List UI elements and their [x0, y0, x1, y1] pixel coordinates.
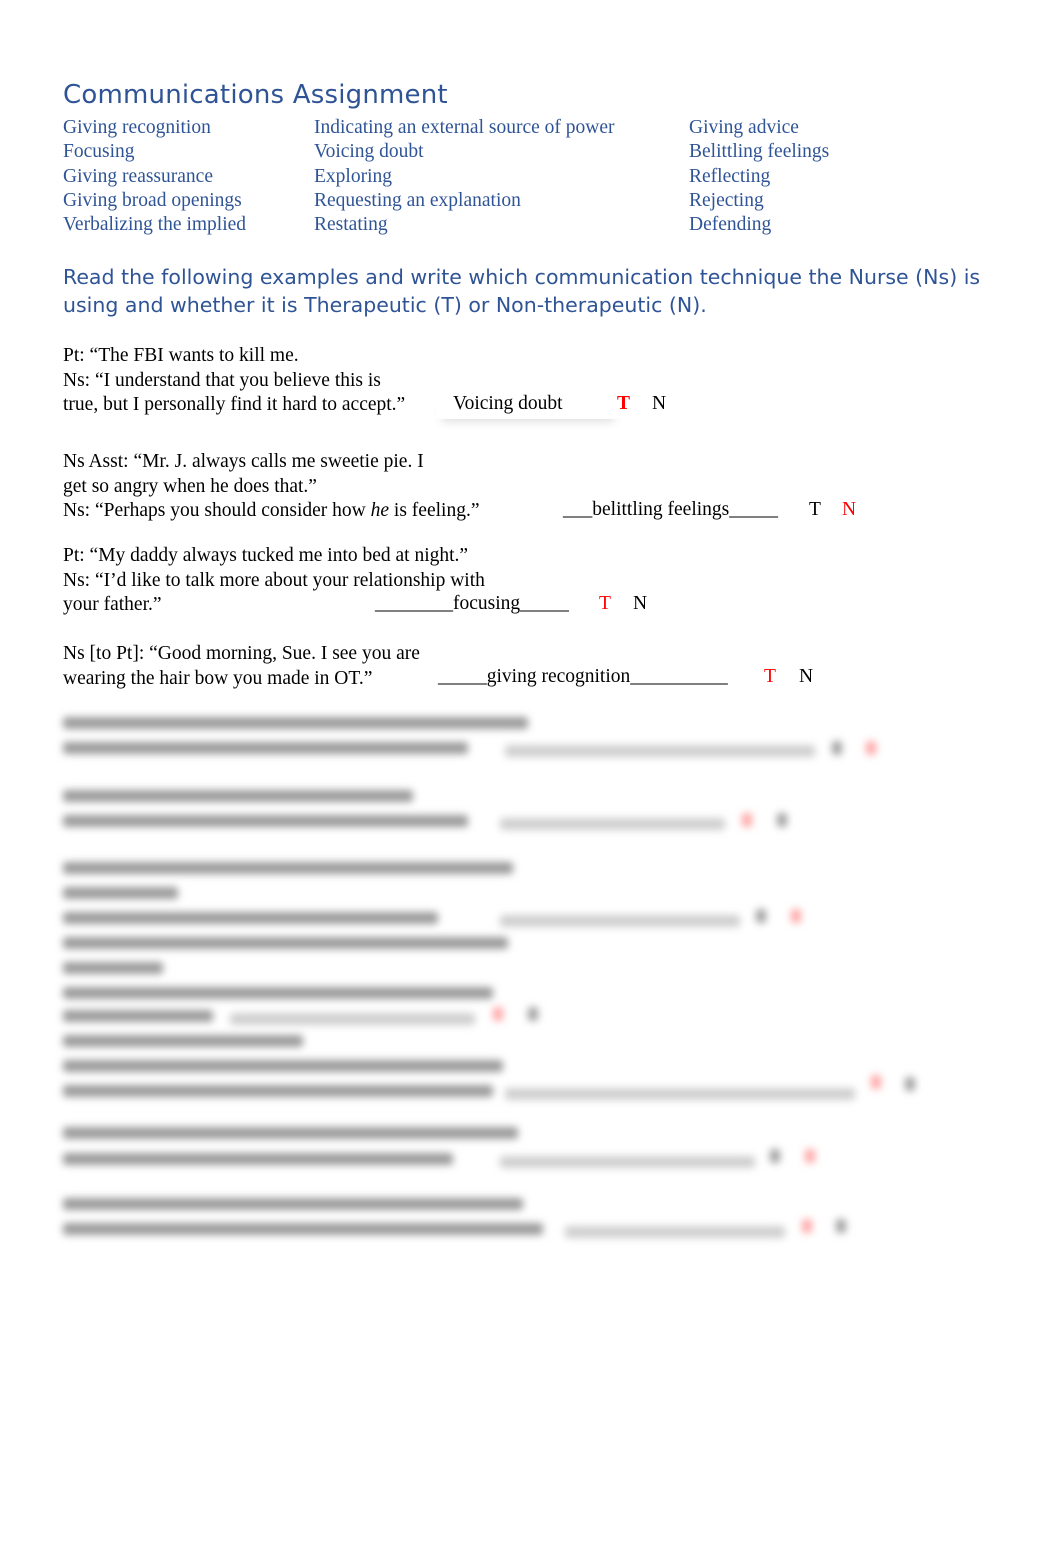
obscured-line	[63, 937, 508, 949]
line-text: Ns: “Perhaps you should consider how	[63, 500, 371, 521]
technique-item: Defending	[689, 214, 772, 236]
technique-column-3: Giving advice Belittling feelings Reflec…	[689, 116, 829, 237]
obscured-line	[63, 1085, 493, 1097]
obscured-option-n	[905, 1077, 915, 1091]
example-line: Ns: “Perhaps you should consider how he …	[63, 499, 479, 524]
technique-item: Requesting an explanation	[314, 189, 521, 211]
option-t-selected[interactable]: T	[764, 666, 776, 688]
example-line: Ns: “I understand that you believe this …	[63, 369, 381, 391]
option-t[interactable]: T	[809, 499, 821, 521]
obscured-line	[63, 987, 493, 999]
obscured-line	[63, 887, 178, 899]
obscured-line	[63, 1010, 213, 1022]
option-t-selected[interactable]: T	[617, 393, 630, 415]
technique-item: Verbalizing the implied	[63, 214, 247, 236]
obscured-line	[63, 790, 413, 802]
answer-text: Voicing doubt	[453, 393, 563, 414]
technique-item: Voicing doubt	[314, 141, 424, 163]
obscured-answer	[565, 1226, 785, 1238]
option-n[interactable]: N	[652, 393, 666, 415]
obscured-line	[63, 1198, 523, 1210]
technique-item: Giving broad openings	[63, 189, 242, 211]
obscured-option-t	[871, 1075, 881, 1089]
option-t-selected[interactable]: T	[599, 593, 611, 615]
obscured-line	[63, 1060, 503, 1072]
technique-item: Belittling feelings	[689, 141, 830, 163]
example-line: true, but I personally find it hard to a…	[63, 394, 406, 415]
line-text: is feeling.”	[389, 500, 480, 521]
example-2: Ns Asst: “Mr. J. always calls me sweetie…	[63, 450, 479, 524]
obscured-line	[63, 1035, 303, 1047]
obscured-option-t	[742, 813, 752, 827]
obscured-answer	[505, 745, 815, 757]
obscured-option-t	[493, 1007, 503, 1021]
technique-column-2: Indicating an external source of power V…	[314, 116, 615, 237]
page-title: Communications Assignment	[63, 80, 448, 110]
example-line: Pt: “My daddy always tucked me into bed …	[63, 545, 469, 566]
instructions: Read the following examples and write wh…	[63, 265, 981, 317]
emphasis: he	[370, 500, 390, 521]
technique-item: Exploring	[314, 165, 392, 187]
obscured-line	[63, 815, 468, 827]
obscured-option-n	[791, 909, 801, 923]
example-line: Ns Asst: “Mr. J. always calls me sweetie…	[63, 451, 424, 472]
technique-item: Giving advice	[689, 117, 799, 138]
option-n[interactable]: N	[799, 666, 813, 688]
obscured-option-t	[770, 1149, 780, 1163]
technique-item: Giving recognition	[63, 117, 211, 138]
technique-item: Reflecting	[689, 165, 771, 187]
obscured-option-n	[777, 813, 787, 827]
example-4: Ns [to Pt]: “Good morning, Sue. I see yo…	[63, 642, 420, 691]
obscured-line	[63, 1223, 543, 1235]
obscured-answer	[500, 1156, 755, 1168]
technique-item: Focusing	[63, 141, 135, 163]
option-n[interactable]: N	[633, 593, 647, 615]
obscured-answer	[500, 915, 740, 927]
answer-field-4[interactable]: _____giving recognition__________	[438, 666, 728, 688]
obscured-option-t	[756, 909, 766, 923]
obscured-line	[63, 742, 468, 754]
technique-item: Restating	[314, 214, 388, 236]
example-line: Ns [to Pt]: “Good morning, Sue. I see yo…	[63, 643, 420, 664]
technique-item: Rejecting	[689, 189, 764, 211]
technique-item: Giving reassurance	[63, 165, 213, 187]
example-1: Pt: “The FBI wants to kill me. Ns: “I un…	[63, 344, 405, 418]
answer-field-3[interactable]: ________focusing_____	[375, 593, 569, 615]
obscured-line	[63, 962, 163, 974]
obscured-option-t	[832, 741, 842, 755]
example-line: wearing the hair bow you made in OT.”	[63, 667, 373, 689]
option-n-selected[interactable]: N	[842, 499, 856, 521]
example-line: get so angry when he does that.”	[63, 475, 317, 497]
obscured-answer	[505, 1088, 855, 1100]
obscured-option-n	[866, 741, 876, 755]
answer-field-1[interactable]: Voicing doubt	[436, 393, 620, 419]
obscured-option-n	[528, 1007, 538, 1021]
obscured-option-t	[802, 1219, 812, 1233]
obscured-option-n	[805, 1149, 815, 1163]
obscured-answer	[500, 818, 725, 830]
technique-item: Indicating an external source of power	[314, 117, 615, 138]
example-line: Ns: “I’d like to talk more about your re…	[63, 569, 485, 591]
obscured-line	[63, 1153, 453, 1165]
obscured-line	[63, 912, 438, 924]
obscured-answer	[230, 1013, 475, 1025]
obscured-line	[63, 717, 528, 729]
example-line: Pt: “The FBI wants to kill me.	[63, 345, 299, 366]
obscured-line	[63, 862, 513, 874]
obscured-line	[63, 1127, 518, 1139]
technique-column-1: Giving recognition Focusing Giving reass…	[63, 116, 246, 237]
obscured-option-n	[836, 1219, 846, 1233]
obscured-content	[0, 705, 1062, 1265]
answer-field-2[interactable]: ___belittling feelings_____	[563, 499, 778, 521]
